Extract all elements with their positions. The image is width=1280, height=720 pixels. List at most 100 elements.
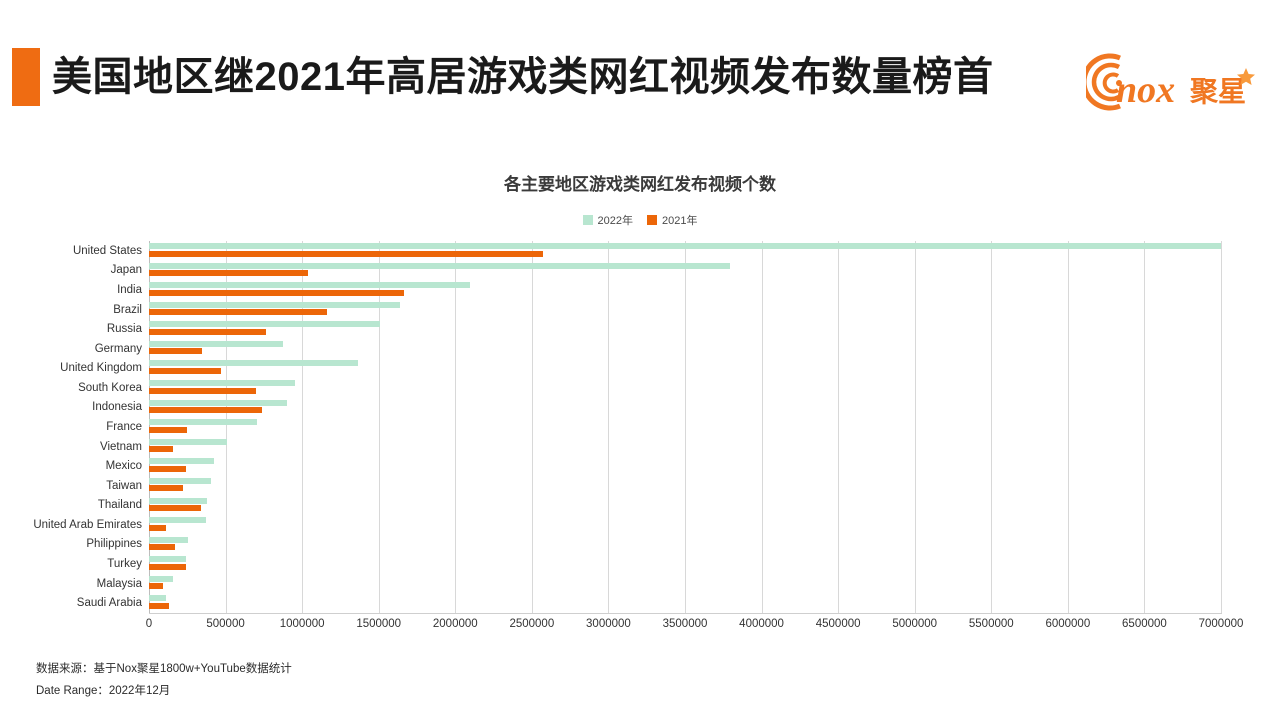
x-tick-label: 5000000 [892, 618, 938, 630]
y-axis-label: India [117, 283, 142, 296]
x-tick-label: 3000000 [586, 618, 631, 630]
y-axis-label: Taiwan [106, 479, 142, 492]
bar-row [149, 476, 1221, 496]
bar-2021年[interactable] [149, 465, 186, 472]
y-axis-label: Mexico [105, 460, 142, 473]
y-axis-labels: United States Japan India Brazil Russia Germa… [0, 241, 142, 613]
bar-2021年[interactable] [149, 309, 327, 316]
bar-2022年[interactable] [149, 556, 186, 563]
bar-2022年[interactable] [149, 321, 380, 328]
y-axis-label: Japan [110, 264, 142, 277]
x-tick-label: 4000000 [739, 618, 784, 630]
bar-2022年[interactable] [149, 536, 188, 543]
bar-row [149, 417, 1221, 437]
bar-2022年[interactable] [149, 380, 296, 387]
x-tick-label: 500000 [206, 618, 245, 630]
footer-source: 数据来源：基于Nox聚星1800w+YouTube数据统计 [36, 663, 292, 675]
bar-2021年[interactable] [149, 602, 169, 609]
bar-row [149, 280, 1221, 300]
bar-2022年[interactable] [149, 282, 471, 289]
x-tick-label: 3500000 [662, 618, 708, 630]
bar-2022年[interactable] [149, 497, 207, 504]
bar-row [149, 261, 1221, 281]
bar-2022年[interactable] [149, 438, 227, 445]
bar-row [149, 535, 1221, 555]
bar-2021年[interactable] [149, 348, 203, 355]
bar-row [149, 554, 1221, 574]
legend-label: 2021年 [662, 215, 698, 227]
bar-2022年[interactable] [149, 419, 257, 426]
legend-swatch-icon [582, 215, 593, 225]
bar-2022年[interactable] [149, 575, 174, 582]
x-tick-label: 1000000 [279, 618, 325, 630]
bar-2021年[interactable] [149, 387, 256, 394]
legend-swatch-icon [647, 215, 657, 225]
slide-header: 美国地区继2021年高居游戏类网红视频发布数量榜首 nox 聚星 [0, 0, 1280, 130]
x-axis-line [149, 613, 1222, 614]
legend-item-2022年[interactable]: 2022年 [582, 212, 633, 228]
x-tick-label: 0 [145, 618, 153, 630]
bar-2022年[interactable] [149, 595, 166, 602]
nox-juxing-logo: nox 聚星 [1086, 50, 1256, 112]
bar-row [149, 378, 1221, 398]
legend-item-2021年[interactable]: 2021年 [647, 212, 697, 228]
bar-2021年[interactable] [149, 270, 309, 277]
chart-title: 各主要地区游戏类网红发布视频个数 [504, 175, 776, 194]
bar-2021年[interactable] [149, 446, 173, 453]
bar-2022年[interactable] [149, 243, 1221, 249]
bar-row [149, 319, 1221, 339]
y-axis-label: Saudi Arabia [76, 597, 142, 610]
bar-2021年[interactable] [149, 583, 163, 590]
header-accent-block [12, 48, 40, 106]
x-tick-label: 1500000 [356, 618, 402, 630]
x-tick-label: 2500000 [509, 618, 555, 630]
svg-text:nox: nox [1116, 69, 1175, 111]
bar-2021年[interactable] [149, 250, 544, 257]
bar-2021年[interactable] [149, 407, 263, 414]
bar-2022年[interactable] [149, 458, 214, 465]
y-axis-label: France [106, 421, 142, 433]
bar-2022年[interactable] [149, 477, 211, 484]
slide-root: 美国地区继2021年高居游戏类网红视频发布数量榜首 nox 聚星 各主要地区游戏… [0, 0, 1280, 720]
bar-2021年[interactable] [149, 367, 221, 374]
bar-2022年[interactable] [149, 399, 287, 406]
bar-rows [149, 241, 1221, 613]
y-axis-label: Philippines [86, 538, 142, 551]
bar-row [149, 593, 1221, 613]
x-tick-label: 2000000 [432, 618, 478, 630]
page-title: 美国地区继2021年高居游戏类网红视频发布数量榜首 [52, 55, 994, 99]
bar-2021年[interactable] [149, 563, 186, 570]
bar-2022年[interactable] [149, 517, 207, 524]
bar-2021年[interactable] [149, 289, 404, 296]
x-tick-label: 5500000 [968, 618, 1014, 630]
bar-row [149, 241, 1221, 261]
chart-legend: 2022年 2021年 [0, 212, 1280, 228]
y-axis-label: United Kingdom [60, 362, 142, 375]
bar-row [149, 456, 1221, 476]
footer: 数据来源：基于Nox聚星1800w+YouTube数据统计 Date Range… [36, 658, 292, 702]
plot-area [149, 241, 1222, 613]
y-axis-label: United States [72, 244, 142, 257]
legend-label: 2022年 [597, 215, 633, 227]
svg-text:聚星: 聚星 [1189, 76, 1246, 107]
bar-row [149, 339, 1221, 359]
bar-2022年[interactable] [149, 360, 359, 367]
bar-2021年[interactable] [149, 485, 183, 492]
y-axis-label: Thailand [97, 499, 142, 512]
bar-row [149, 515, 1221, 535]
bar-2021年[interactable] [149, 328, 266, 335]
bar-row [149, 496, 1221, 516]
bar-2021年[interactable] [149, 426, 187, 433]
bar-2022年[interactable] [149, 262, 731, 269]
footer-date-range: Date Range：2022年12月 [36, 685, 171, 697]
bar-2022年[interactable] [149, 301, 400, 308]
bar-2021年[interactable] [149, 544, 175, 551]
y-axis-label: Indonesia [92, 401, 142, 414]
x-tick-label: 4500000 [815, 618, 861, 630]
bar-2021年[interactable] [149, 505, 201, 512]
bar-2021年[interactable] [149, 524, 167, 531]
x-tick-label: 6500000 [1122, 618, 1167, 630]
y-axis-label: Russia [106, 323, 142, 336]
bar-2022年[interactable] [149, 340, 283, 347]
y-axis-label: United Arab Emirates [33, 518, 142, 531]
